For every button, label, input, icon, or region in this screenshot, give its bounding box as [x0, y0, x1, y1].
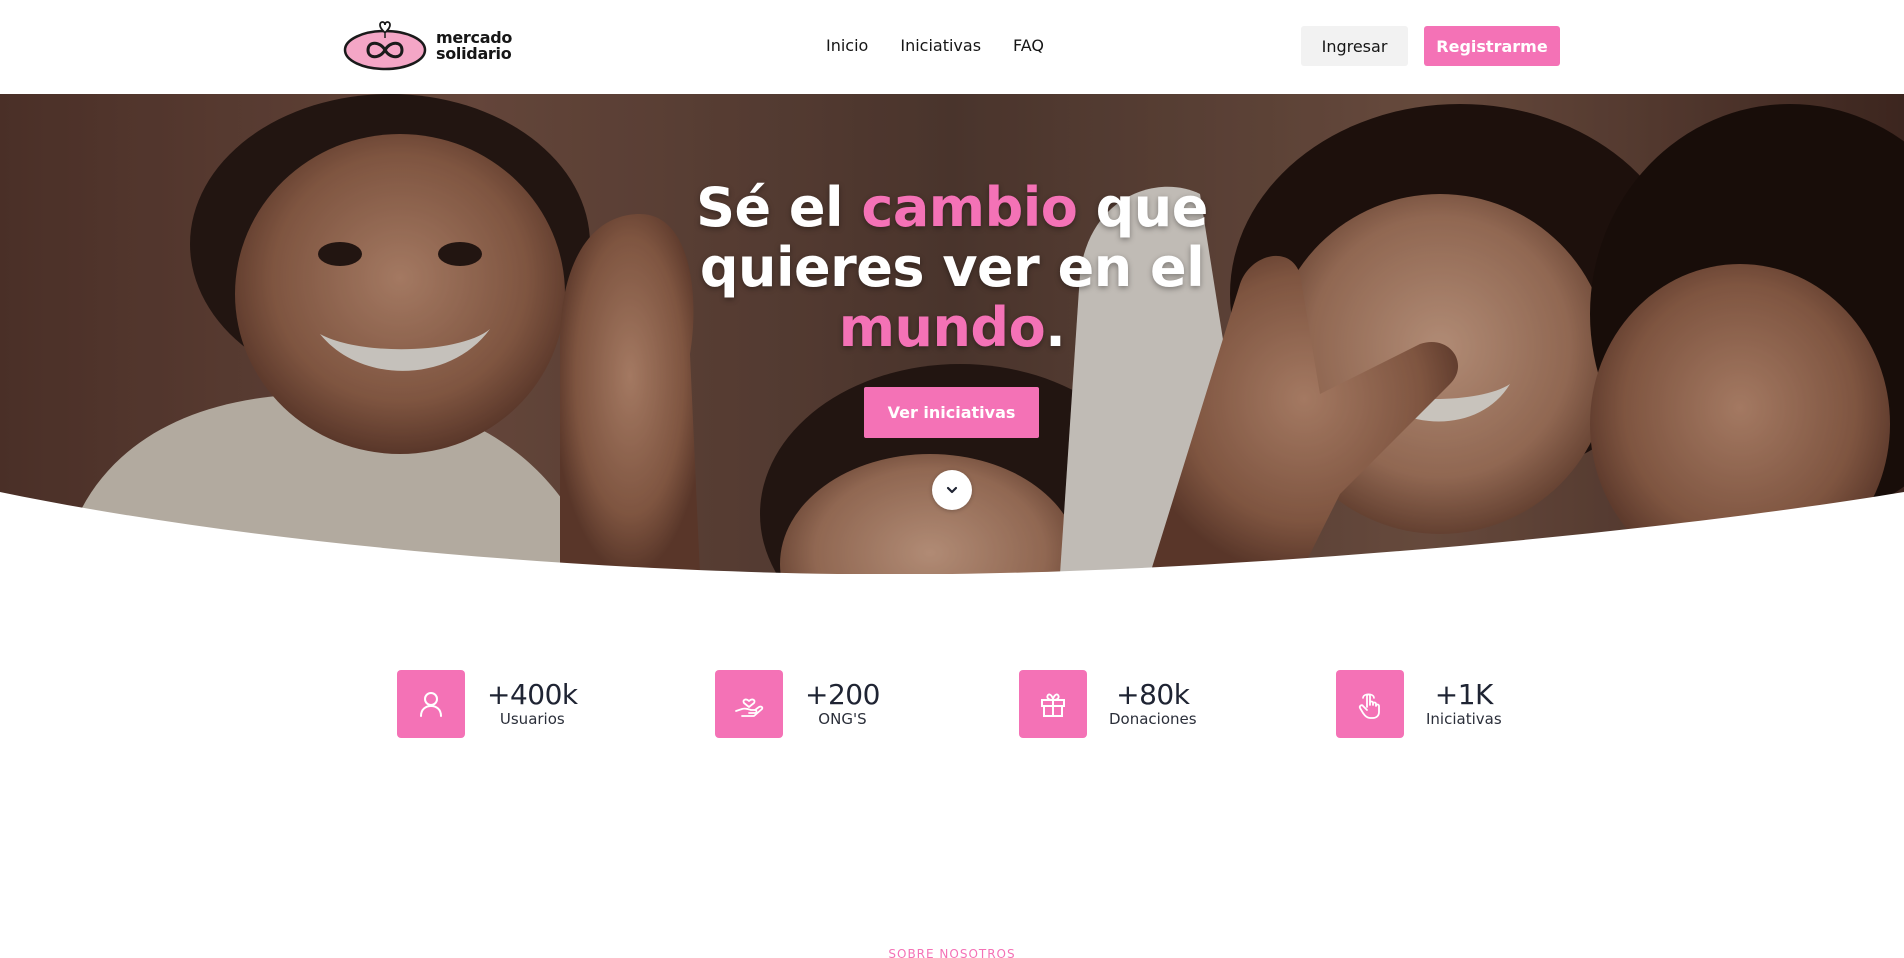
gift-icon	[1041, 693, 1065, 717]
nav-link-faq[interactable]: FAQ	[1013, 36, 1044, 55]
stat-donaciones: +80k Donaciones	[1019, 670, 1197, 738]
stat-usuarios: +400k Usuarios	[397, 670, 578, 738]
infinity-heart-logo-icon	[343, 21, 427, 71]
about-section-label: SOBRE NOSOTROS	[888, 947, 1016, 958]
hero-title-part1: Sé el	[696, 176, 862, 239]
stat-label-donaciones: Donaciones	[1109, 710, 1197, 728]
hero-title: Sé el cambio que quieres ver en el mundo…	[602, 178, 1302, 358]
site-header: mercado solidario Inicio Iniciativas FAQ…	[0, 0, 1904, 94]
stat-label-iniciativas: Iniciativas	[1426, 710, 1502, 728]
stat-icon-box	[715, 670, 783, 738]
view-initiatives-button[interactable]: Ver iniciativas	[864, 387, 1039, 438]
chevron-down-icon	[946, 486, 958, 494]
brand-name: mercado solidario	[436, 30, 512, 62]
stat-icon-box	[397, 670, 465, 738]
brand-logo[interactable]: mercado solidario	[342, 20, 512, 72]
stat-ongs: +200 ONG'S	[715, 670, 880, 738]
stat-text: +200 ONG'S	[805, 678, 880, 729]
stat-label-usuarios: Usuarios	[499, 710, 565, 728]
stat-text: +1K Iniciativas	[1426, 678, 1502, 729]
stat-label-ongs: ONG'S	[818, 710, 867, 728]
scroll-down-button[interactable]	[932, 470, 972, 510]
hero-title-accent-cambio: cambio	[861, 176, 1078, 239]
brand-name-line2: solidario	[436, 44, 512, 63]
stat-text: +400k Usuarios	[487, 678, 578, 729]
hero-title-accent-mundo: mundo	[838, 296, 1046, 359]
user-icon	[420, 692, 442, 717]
stat-value-donaciones: +80k	[1116, 678, 1190, 711]
stat-value-ongs: +200	[805, 678, 880, 711]
stat-text: +80k Donaciones	[1109, 678, 1197, 729]
stat-icon-box	[1336, 670, 1404, 738]
hero-title-end: .	[1045, 296, 1066, 359]
register-button[interactable]: Registrarme	[1424, 26, 1560, 66]
heart-hand-icon	[735, 698, 764, 717]
stat-value-usuarios: +400k	[487, 678, 578, 711]
nav-link-inicio[interactable]: Inicio	[826, 36, 868, 55]
stat-icon-box	[1019, 670, 1087, 738]
nav-link-iniciativas[interactable]: Iniciativas	[900, 36, 981, 55]
main-nav: Inicio Iniciativas FAQ	[826, 36, 1044, 55]
login-button[interactable]: Ingresar	[1301, 26, 1408, 66]
stat-value-iniciativas: +1K	[1434, 678, 1494, 711]
pointer-hand-icon	[1358, 693, 1380, 719]
stat-iniciativas: +1K Iniciativas	[1336, 670, 1502, 738]
